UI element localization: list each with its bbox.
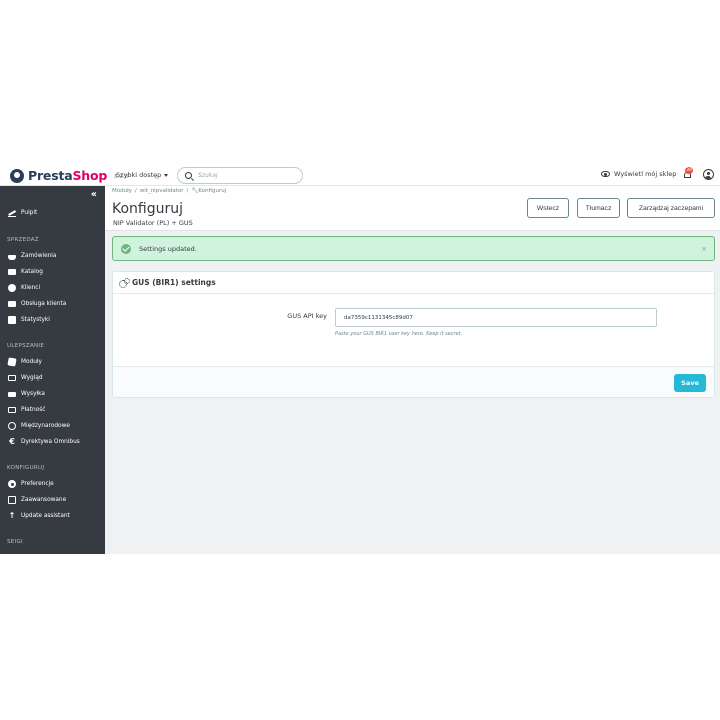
api-key-input[interactable] <box>335 308 657 327</box>
sidebar-item-catalog[interactable]: Katalog <box>0 265 105 279</box>
panel-title: GUS (BIR1) settings <box>132 278 216 287</box>
collapse-sidebar-icon[interactable]: ‹‹ <box>91 189 97 200</box>
page-toolbar: Moduły / wit_nipvalidator / 🔧︎Konfiguruj… <box>105 186 720 231</box>
logo-text: PrestaShop <box>28 168 107 183</box>
notification-badge: 39 <box>685 167 693 174</box>
sidebar: ‹‹ Pulpit SPRZEDAŻ Zamówienia Katalog Kl… <box>0 186 105 554</box>
save-button[interactable]: Save <box>674 374 706 392</box>
sidebar-section-configure: KONFIGURUJ <box>7 465 45 471</box>
success-alert: Settings updated. × <box>112 236 715 261</box>
sidebar-item-update-assistant[interactable]: ↑ Update assistant <box>0 509 105 523</box>
breadcrumb-separator: / <box>134 188 137 194</box>
arrow-up-icon: ↑ <box>8 511 16 520</box>
check-circle-icon <box>121 243 131 254</box>
eye-icon <box>601 171 610 177</box>
sidebar-item-customer-service[interactable]: Obsługa klienta <box>0 297 105 311</box>
api-key-help: Paste your GUS BIR1 user key here. Keep … <box>335 331 463 337</box>
logo-text-suffix: Shop <box>72 168 108 183</box>
store-icon <box>8 269 16 275</box>
breadcrumb-separator: / <box>186 188 189 194</box>
sidebar-item-stats[interactable]: Statystyki <box>0 313 105 327</box>
sidebar-item-label: Statystyki <box>21 317 50 323</box>
sidebar-item-preferences[interactable]: Preferencje <box>0 477 105 491</box>
sidebar-item-customers[interactable]: Klienci <box>0 281 105 295</box>
basket-icon <box>8 255 16 260</box>
prestashop-logo-icon <box>10 168 24 183</box>
search-icon <box>185 172 192 179</box>
sidebar-item-label: Zamówienia <box>21 253 57 259</box>
sidebar-item-label: Katalog <box>21 269 43 275</box>
quick-access-label: Szybki dostęp <box>116 171 162 179</box>
sidebar-item-label: Płatność <box>21 407 46 413</box>
sidebar-section-sales: SPRZEDAŻ <box>7 237 39 243</box>
euro-icon: € <box>9 437 15 446</box>
sidebar-item-label: Wygląd <box>21 375 43 381</box>
api-key-label: GUS API key <box>287 312 327 320</box>
page-title: Konfiguruj <box>112 201 184 217</box>
close-alert-button[interactable]: × <box>701 245 707 253</box>
translate-button[interactable]: Tłumacz <box>577 198 620 218</box>
monitor-icon <box>8 375 16 381</box>
back-button[interactable]: Wstecz <box>527 198 569 218</box>
settings-box-icon <box>8 496 16 504</box>
chat-icon <box>8 301 16 307</box>
sidebar-item-design[interactable]: Wygląd <box>0 371 105 385</box>
quick-access-dropdown[interactable]: Szybki dostęp <box>116 171 169 179</box>
sidebar-item-shipping[interactable]: Wysyłka <box>0 387 105 401</box>
sidebar-item-omnibus[interactable]: € Dyrektywa Omnibus <box>0 435 105 449</box>
puzzle-icon <box>7 357 17 367</box>
breadcrumb-current: 🔧︎Konfiguruj <box>191 188 226 194</box>
logo-text-prefix: Presta <box>28 168 73 183</box>
sidebar-item-advanced[interactable]: Zaawansowane <box>0 493 105 507</box>
sidebar-item-payment[interactable]: Płatność <box>0 403 105 417</box>
breadcrumb-current-label: Konfiguruj <box>198 188 227 194</box>
sidebar-item-orders[interactable]: Zamówienia <box>0 249 105 263</box>
app-window: PrestaShop 8.2.3 Szybki dostęp Szukaj Wy… <box>0 164 720 554</box>
sidebar-item-modules[interactable]: Moduły <box>0 355 105 369</box>
search-box[interactable]: Szukaj <box>177 167 303 184</box>
sidebar-item-international[interactable]: Międzynarodowe <box>0 419 105 433</box>
view-shop-label: Wyświetl mój sklep <box>614 170 677 178</box>
sidebar-item-label: Moduły <box>21 359 42 365</box>
sidebar-item-label: Preferencje <box>21 481 54 487</box>
truck-icon <box>8 391 16 397</box>
page-subtitle: NIP Validator (PL) + GUS <box>113 219 193 227</box>
sidebar-item-label: Zaawansowane <box>21 497 67 503</box>
search-input[interactable]: Szukaj <box>198 172 218 179</box>
sidebar-item-label: Pulpit <box>21 210 38 216</box>
top-header: PrestaShop 8.2.3 Szybki dostęp Szukaj Wy… <box>0 164 720 186</box>
user-icon <box>8 284 16 292</box>
settings-panel: GUS (BIR1) settings GUS API key Paste yo… <box>112 271 715 398</box>
caret-down-icon <box>164 173 169 177</box>
sidebar-item-label: Wysyłka <box>21 391 45 397</box>
alert-message: Settings updated. <box>139 244 197 253</box>
sidebar-item-label: Dyrektywa Omnibus <box>21 439 80 445</box>
manage-hooks-button[interactable]: Zarządzaj zaczepami <box>627 198 715 218</box>
notifications-button[interactable]: 39 <box>683 167 693 179</box>
breadcrumb-module[interactable]: wit_nipvalidator <box>140 188 184 194</box>
sidebar-section-improve: ULEPSZANIE <box>7 343 45 349</box>
sidebar-item-dashboard[interactable]: Pulpit <box>0 206 105 220</box>
view-shop-link[interactable]: Wyświetl mój sklep <box>601 170 676 178</box>
sidebar-section-seigi: SEIGI <box>7 539 23 545</box>
breadcrumb: Moduły / wit_nipvalidator / 🔧︎Konfiguruj <box>112 188 226 194</box>
sidebar-item-label: Update assistant <box>21 513 70 519</box>
gear-icon <box>8 480 16 488</box>
panel-footer: Save <box>113 366 714 397</box>
cogs-icon <box>119 278 130 288</box>
main-content: Moduły / wit_nipvalidator / 🔧︎Konfiguruj… <box>105 186 720 554</box>
prestashop-logo[interactable]: PrestaShop 8.2.3 <box>10 168 128 183</box>
sidebar-item-label: Klienci <box>21 285 41 291</box>
breadcrumb-modules[interactable]: Moduły <box>112 188 132 194</box>
panel-header: GUS (BIR1) settings <box>113 272 714 294</box>
account-icon[interactable] <box>703 169 714 180</box>
globe-icon <box>8 422 16 430</box>
credit-card-icon <box>8 407 16 413</box>
trending-icon <box>8 209 16 217</box>
sidebar-item-label: Obsługa klienta <box>21 301 67 307</box>
sidebar-item-label: Międzynarodowe <box>21 423 70 429</box>
bar-chart-icon <box>8 316 16 324</box>
